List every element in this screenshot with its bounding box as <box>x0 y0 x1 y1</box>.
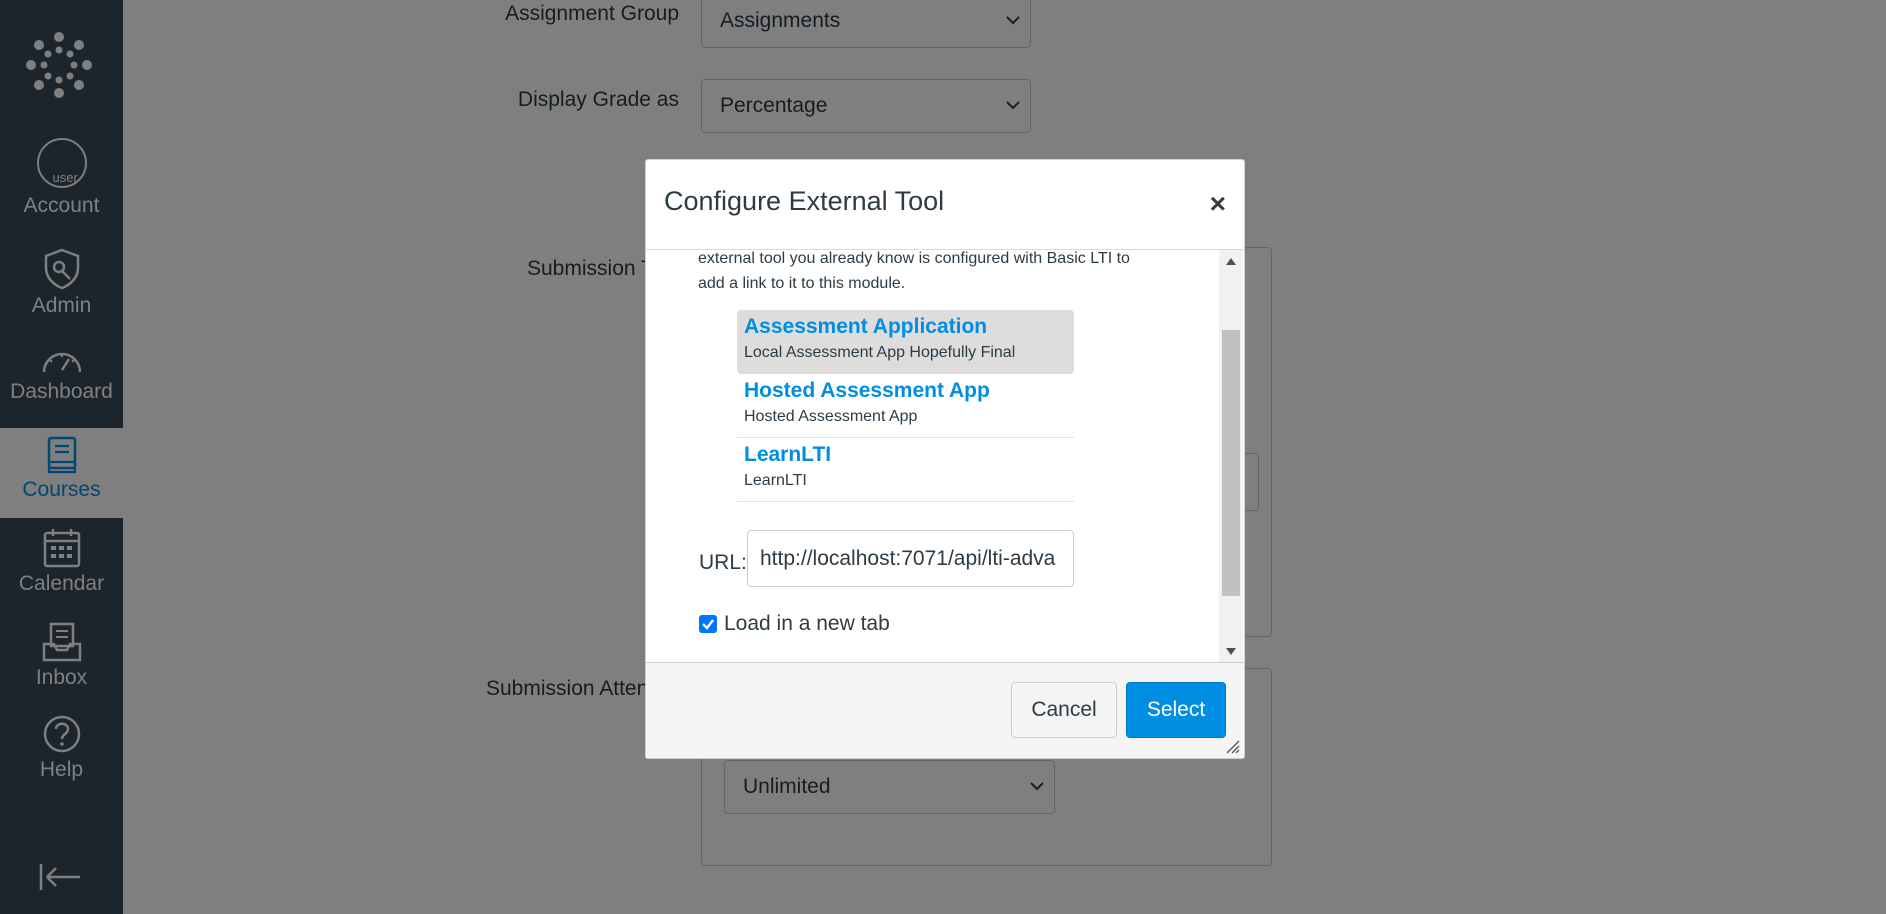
list-item[interactable]: Hosted Assessment App Hosted Assessment … <box>737 374 1074 438</box>
tool-description: Hosted Assessment App <box>744 408 918 425</box>
dialog-title: Configure External Tool <box>664 186 945 216</box>
external-tools-list: Assessment Application Local Assessment … <box>737 310 1074 502</box>
scrollbar-thumb[interactable] <box>1222 330 1240 596</box>
list-item[interactable]: LearnLTI LearnLTI <box>737 438 1074 502</box>
new-tab-checkbox[interactable] <box>699 615 717 633</box>
cancel-button[interactable]: Cancel <box>1011 682 1117 738</box>
scroll-down-arrow-icon[interactable] <box>1226 648 1236 655</box>
dialog-footer: Cancel Select <box>646 662 1244 758</box>
close-icon[interactable]: × <box>1210 190 1226 218</box>
url-label: URL: <box>699 551 747 574</box>
dialog-scrollbar[interactable] <box>1219 250 1243 663</box>
url-input[interactable] <box>747 530 1074 587</box>
dialog-body: external tool you already know is config… <box>646 250 1219 663</box>
configure-external-tool-dialog: Configure External Tool × external tool … <box>645 159 1245 759</box>
tool-description: LearnLTI <box>744 472 807 489</box>
tool-name-link[interactable]: Assessment Application <box>744 310 1067 339</box>
tool-description: Local Assessment App Hopefully Final <box>744 344 1016 361</box>
select-button[interactable]: Select <box>1126 682 1226 738</box>
tool-name-link[interactable]: Hosted Assessment App <box>744 374 1067 403</box>
list-item[interactable]: Assessment Application Local Assessment … <box>737 310 1074 374</box>
intro-text: external tool you already know is config… <box>698 250 1130 292</box>
scroll-up-arrow-icon[interactable] <box>1226 258 1236 265</box>
tool-name-link[interactable]: LearnLTI <box>744 438 1067 467</box>
new-tab-label[interactable]: Load in a new tab <box>724 612 890 636</box>
resize-handle-icon[interactable] <box>1224 738 1240 754</box>
